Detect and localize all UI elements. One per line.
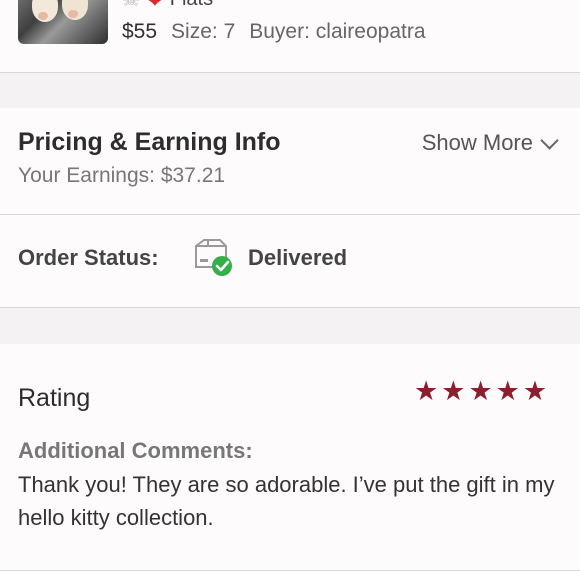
pricing-section: Pricing & Earning Info Your Earnings: $3… — [0, 108, 580, 215]
skull-icon: ☠ — [122, 0, 140, 12]
earnings-text: Your Earnings: $37.21 — [18, 164, 226, 187]
item-title-line: ☠ ❤ Flats — [122, 0, 213, 12]
item-buyer: Buyer: claireopatra — [249, 20, 426, 43]
item-meta: $55 Size: 7 Buyer: claireopatra — [122, 20, 426, 44]
order-item-summary[interactable]: ☠ ❤ Flats $55 Size: 7 Buyer: claireopatr… — [0, 0, 580, 73]
chevron-down-icon — [540, 130, 559, 150]
order-status-label: Order Status: — [18, 245, 159, 270]
order-status-value: Delivered — [248, 245, 348, 270]
comments-label: Additional Comments: — [18, 438, 253, 463]
section-divider-band — [0, 73, 580, 108]
item-size: Size: 7 — [171, 20, 236, 43]
delivered-package-icon — [195, 239, 232, 276]
show-more-button[interactable]: Show More — [421, 130, 559, 156]
red-heart-icon: ❤ — [144, 0, 166, 12]
pricing-heading: Pricing & Earning Info — [18, 128, 281, 156]
item-title: Flats — [170, 0, 213, 11]
bow-decoration — [68, 10, 78, 18]
star-icon: ★ — [495, 376, 520, 406]
rating-section: Rating ★ ★ ★ ★ ★ Additional Comments: Thank … — [0, 344, 580, 571]
star-rating: ★ ★ ★ ★ ★ — [414, 378, 547, 405]
product-thumbnail[interactable] — [18, 0, 108, 44]
bow-decoration — [38, 12, 48, 20]
rating-heading: Rating — [18, 384, 91, 412]
star-icon: ★ — [468, 376, 493, 406]
star-icon: ★ — [414, 376, 439, 406]
comments-text: Thank you! They are so adorable. I’ve pu… — [18, 472, 555, 530]
item-price: $55 — [122, 20, 158, 43]
order-status-section: Order Status: Delivered — [0, 215, 580, 308]
star-icon: ★ — [522, 376, 548, 406]
show-more-label: Show More — [421, 130, 533, 155]
section-divider-band — [0, 308, 580, 344]
star-icon: ★ — [441, 376, 466, 406]
